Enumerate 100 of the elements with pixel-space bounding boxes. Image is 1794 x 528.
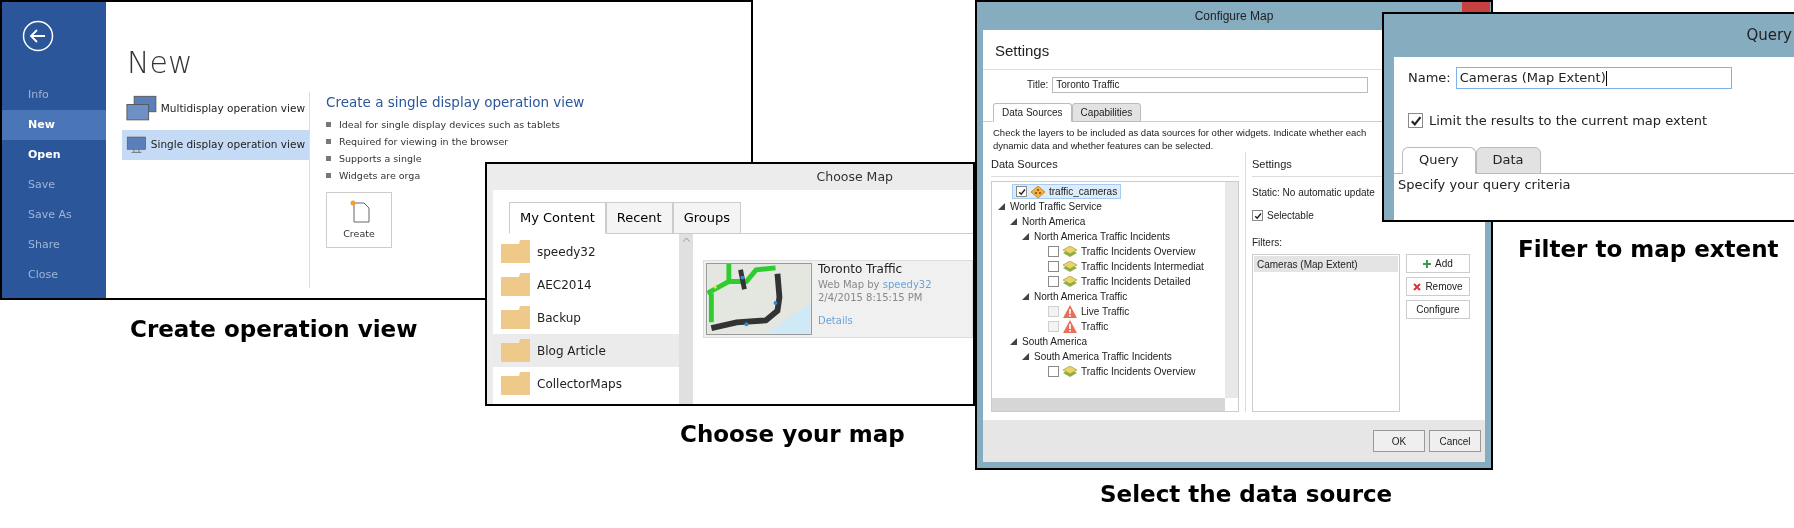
bullet-text: Required for viewing in the browser (339, 134, 509, 149)
checkbox[interactable] (1048, 276, 1059, 287)
checkbox-label: Limit the results to the current map extent (1429, 112, 1708, 130)
folder-item[interactable]: AEC2014 (493, 268, 679, 301)
tab[interactable]: Recent (605, 202, 673, 234)
caption: Choose your map (680, 420, 905, 449)
tree-item[interactable]: Traffic Incidents Detailed (1044, 274, 1195, 289)
filters-label: Filters: (1252, 236, 1283, 250)
layers-icon (1063, 275, 1077, 288)
layers-icon (1063, 245, 1077, 258)
tree-group-label[interactable]: South America (1022, 334, 1088, 349)
monitors-icon (126, 94, 157, 124)
window-title: Choose Map (816, 167, 893, 186)
checkbox[interactable] (1408, 113, 1423, 129)
tree-group-label[interactable]: North America Traffic (1034, 289, 1128, 304)
back-icon[interactable] (22, 20, 54, 52)
tab[interactable]: My Content (509, 202, 606, 234)
expanded-icon[interactable] (1022, 233, 1029, 240)
bullet-text: Ideal for single display devices such as tablets (339, 117, 561, 132)
expanded-icon[interactable] (1010, 218, 1017, 225)
view-option[interactable]: Multidisplay operation view (122, 94, 309, 124)
expanded-icon[interactable] (1022, 353, 1029, 360)
bullet-text: Supports a single (339, 151, 422, 166)
tree-item[interactable]: Traffic Incidents Intermediat (1044, 259, 1208, 274)
layer-label: traffic_cameras (1049, 185, 1118, 199)
static-text: Static: No automatic update (1252, 186, 1375, 200)
page-heading: New (127, 48, 194, 78)
name-field[interactable]: Cameras (Map Extent) (1455, 67, 1732, 89)
dialog-button[interactable]: OK (1373, 430, 1425, 452)
detail-title: Create a single display operation view (326, 93, 585, 112)
checkbox[interactable] (1016, 186, 1027, 197)
field-label: Name: (1408, 69, 1451, 88)
plus-icon (1423, 259, 1432, 268)
folder-icon (501, 240, 531, 263)
window-title: Configure Map (1194, 8, 1274, 25)
checkbox[interactable] (1048, 366, 1059, 377)
tab[interactable]: Data Sources (993, 102, 1072, 122)
bullet-text: Widgets are orga (339, 168, 421, 183)
description: Check the layers to be included as data sources for other widgets. Indicate whether each dynamic data and whether features can be selected. (992, 125, 1368, 152)
folder-item[interactable]: Blog Article (493, 334, 679, 367)
layers-icon (1063, 365, 1077, 378)
hint-text: Specify your query criteria (1397, 175, 1572, 194)
caption: Create operation view (130, 315, 418, 344)
column-header: Data Sources (991, 151, 1239, 177)
expanded-icon[interactable] (1010, 338, 1017, 345)
filter-button[interactable]: Add (1406, 254, 1470, 273)
folder-item[interactable]: Backup (493, 301, 679, 334)
checkbox[interactable] (1252, 210, 1263, 221)
map-byline: Web Map by speedy32 (818, 278, 932, 291)
tree-group-label[interactable]: North America (1022, 214, 1086, 229)
scrollbar[interactable] (1225, 182, 1238, 398)
layer-label: Traffic Incidents Intermediat (1081, 260, 1204, 274)
view-option[interactable]: Single display operation view (122, 130, 309, 160)
folder-icon (501, 273, 531, 296)
tree-item[interactable]: Traffic Incidents Overview (1044, 364, 1200, 379)
checkbox-label: Selectable (1267, 209, 1314, 223)
point-layer-icon (1031, 185, 1045, 198)
bullet-icon (326, 139, 331, 145)
expanded-icon[interactable] (1022, 293, 1029, 300)
dialog-button[interactable]: Cancel (1429, 430, 1481, 452)
new-document-icon (348, 199, 370, 224)
tree-group-label[interactable]: South America Traffic Incidents (1034, 349, 1172, 364)
bullet-icon (326, 156, 331, 162)
layer-label: Traffic Incidents Overview (1081, 245, 1196, 259)
tab[interactable]: Data (1475, 146, 1541, 174)
tree-group-label[interactable]: World Traffic Service (1010, 199, 1102, 214)
warning-icon (1063, 305, 1077, 318)
tree-item[interactable]: traffic_cameras (1012, 184, 1122, 199)
tab[interactable]: Capabilities (1071, 102, 1142, 122)
horizontal-scrollbar[interactable] (992, 398, 1225, 411)
folder-icon (501, 339, 531, 362)
sidebar-item[interactable]: Open (2, 140, 106, 170)
caption: Select the data source (1100, 480, 1393, 509)
window-title: Query (1746, 25, 1792, 47)
folder-icon (501, 306, 531, 329)
filter-item[interactable]: Cameras (Map Extent) (1254, 256, 1398, 272)
folder-item[interactable]: speedy32 (493, 235, 679, 268)
layer-label: Traffic (1081, 320, 1109, 334)
tab[interactable]: Groups (672, 202, 742, 234)
folder-item[interactable]: CollectorMaps (493, 367, 679, 400)
expanded-icon[interactable] (998, 203, 1005, 210)
caption: Filter to map extent (1518, 235, 1779, 264)
map-date: 2/4/2015 8:15:15 PM (818, 291, 924, 304)
layer-label: Traffic Incidents Overview (1081, 365, 1196, 379)
layer-label: Live Traffic (1081, 305, 1130, 319)
close-icon (1413, 282, 1422, 291)
create-button[interactable]: Create (326, 192, 392, 249)
tree-item[interactable]: Traffic Incidents Overview (1044, 244, 1200, 259)
scroll-up-icon[interactable] (682, 237, 690, 242)
tree-group-label[interactable]: North America Traffic Incidents (1034, 229, 1170, 244)
layers-icon (1063, 260, 1077, 273)
sidebar-item[interactable]: New (2, 110, 106, 140)
checkbox[interactable] (1048, 261, 1059, 272)
scrollbar[interactable] (679, 234, 693, 404)
filter-button[interactable]: Remove (1406, 277, 1470, 296)
title-field[interactable]: Toronto Traffic (1052, 76, 1369, 93)
filter-button[interactable]: Configure (1406, 300, 1470, 319)
tab[interactable]: Query (1402, 146, 1476, 174)
checkbox[interactable] (1048, 246, 1059, 257)
bullet-icon (326, 173, 331, 179)
